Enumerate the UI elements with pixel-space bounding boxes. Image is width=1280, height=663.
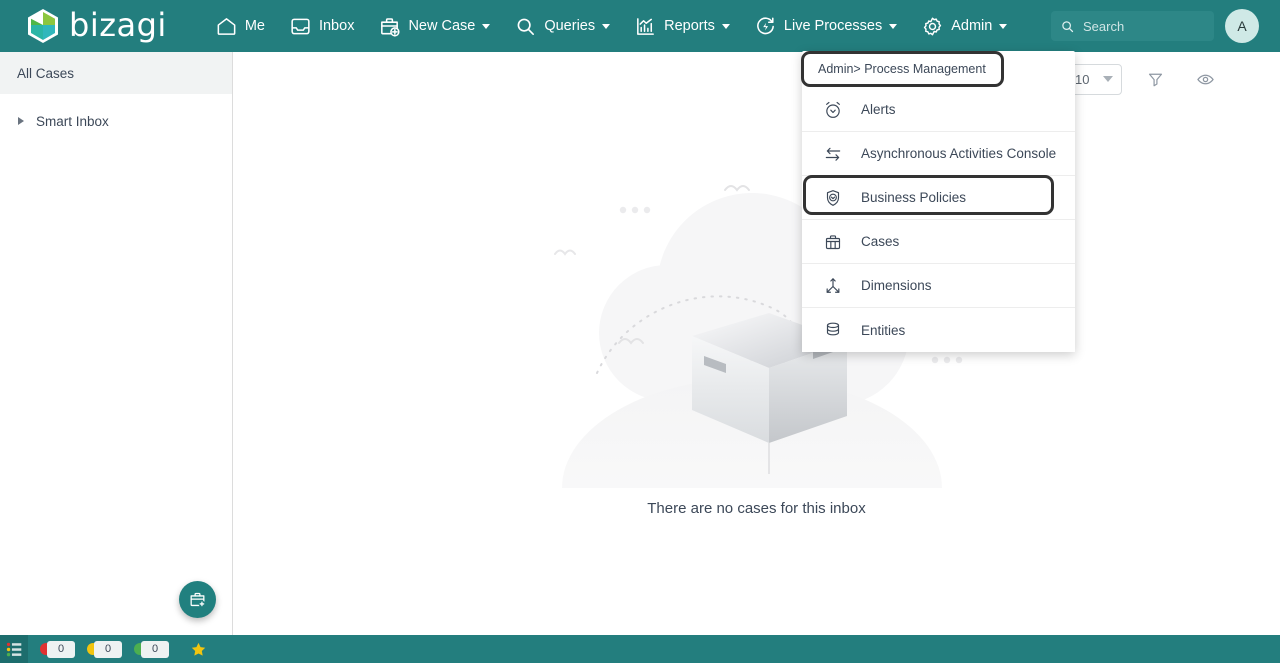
legend-list-button[interactable]	[0, 635, 28, 663]
nav-label-admin: Admin	[951, 18, 993, 34]
menu-item-business-policies[interactable]: Business Policies	[802, 176, 1075, 220]
avatar-initial: A	[1237, 18, 1247, 34]
chevron-down-icon	[889, 23, 898, 29]
status-bar: 0 0 0	[0, 635, 1280, 663]
nav-item-inbox[interactable]: Inbox	[277, 0, 366, 52]
dimensions-arrows-icon	[826, 277, 840, 293]
search-input[interactable]	[1083, 18, 1203, 34]
empty-state-message: There are no cases for this inbox	[647, 499, 866, 517]
briefcase-plus-icon	[381, 17, 401, 37]
sidebar-item-smart-inbox[interactable]: Smart Inbox	[0, 106, 232, 136]
chevron-down-icon	[999, 23, 1008, 29]
sidebar-header: All Cases	[0, 52, 232, 94]
chevron-down-icon	[602, 23, 611, 29]
database-icon	[826, 322, 840, 336]
sidebar: All Cases Smart Inbox	[0, 52, 233, 635]
menu-item-alerts[interactable]: Alerts	[802, 88, 1075, 132]
menu-item-entities[interactable]: Entities	[802, 308, 1075, 352]
nav-label-me: Me	[244, 18, 265, 34]
sidebar-item-label: Smart Inbox	[36, 113, 109, 129]
inbox-tray-icon	[291, 18, 310, 34]
triangle-right-icon[interactable]	[18, 117, 24, 125]
menu-label-entities: Entities	[861, 322, 906, 338]
top-navigation-bar: bizagi Me Inbox New Case Queries Reports…	[0, 0, 1280, 52]
nav-item-admin[interactable]: Admin	[909, 0, 1019, 52]
gear-icon	[924, 17, 942, 35]
bizagi-work-portal: bizagi Me Inbox New Case Queries Reports…	[0, 0, 1280, 663]
brand-name: bizagi	[69, 5, 167, 44]
status-badge-overdue[interactable]: 0	[40, 640, 75, 658]
favorites-button[interactable]	[189, 640, 208, 659]
empty-state: There are no cases for this inbox	[233, 52, 1280, 592]
menu-label-asynchronous-activities-console: Asynchronous Activities Console	[861, 146, 1057, 161]
nav-item-queries[interactable]: Queries	[502, 0, 622, 52]
status-badge-count: 0	[47, 640, 75, 658]
admin-breadcrumb-tooltip: Admin> Process Management	[802, 52, 1003, 86]
sidebar-tree: Smart Inbox	[0, 94, 232, 136]
nav-item-reports[interactable]: Reports	[622, 0, 742, 52]
nav-item-me[interactable]: Me	[203, 0, 277, 52]
sidebar-header-label: All Cases	[17, 65, 75, 81]
menu-item-dimensions[interactable]: Dimensions	[802, 264, 1075, 308]
nav-label-live-processes: Live Processes	[783, 18, 883, 34]
primary-nav-items: Me Inbox New Case Queries Reports Live P…	[203, 0, 1020, 52]
menu-item-cases[interactable]: Cases	[802, 220, 1075, 264]
avatar[interactable]: A	[1225, 9, 1259, 43]
async-arrows-icon	[825, 147, 841, 161]
chevron-down-icon	[721, 23, 730, 29]
search-icon	[517, 18, 535, 35]
menu-item-asynchronous-activities-console[interactable]: Asynchronous Activities Console	[802, 132, 1075, 176]
nav-item-live-processes[interactable]: Live Processes	[742, 0, 909, 52]
nav-label-queries: Queries	[544, 18, 596, 34]
new-case-icon	[190, 592, 206, 608]
bar-chart-icon	[637, 17, 655, 35]
nav-label-new-case: New Case	[408, 18, 476, 34]
status-badge-count: 0	[141, 640, 169, 658]
legend-list-icon	[6, 642, 21, 656]
bizagi-cube-logo	[28, 9, 58, 43]
star-icon	[191, 642, 206, 656]
nav-label-inbox: Inbox	[318, 18, 355, 34]
nav-label-reports: Reports	[664, 18, 715, 34]
shield-check-icon	[826, 189, 840, 206]
chevron-down-icon	[482, 23, 491, 29]
search-icon	[1062, 20, 1074, 32]
tooltip-text: Admin> Process Management	[818, 62, 986, 76]
nav-item-new-case[interactable]: New Case	[366, 0, 502, 52]
status-badge-on-time[interactable]: 0	[134, 640, 169, 658]
menu-label-cases: Cases	[861, 234, 900, 249]
global-search[interactable]	[1051, 11, 1214, 41]
home-icon	[217, 17, 236, 35]
status-badge-at-risk[interactable]: 0	[87, 640, 122, 658]
admin-dropdown-menu: Alerts Asynchronous Activities Console B…	[802, 51, 1075, 352]
brand-logo-area[interactable]: bizagi	[26, 7, 167, 45]
new-case-fab[interactable]	[179, 581, 216, 618]
menu-label-dimensions: Dimensions	[861, 278, 932, 293]
menu-label-alerts: Alerts	[861, 102, 896, 117]
refresh-bolt-icon	[757, 16, 774, 34]
menu-label-business-policies: Business Policies	[861, 190, 967, 205]
status-badge-count: 0	[94, 640, 122, 658]
briefcase-icon	[825, 234, 841, 249]
main-content: Results per page 10	[233, 52, 1280, 635]
alarm-clock-icon	[826, 101, 840, 118]
